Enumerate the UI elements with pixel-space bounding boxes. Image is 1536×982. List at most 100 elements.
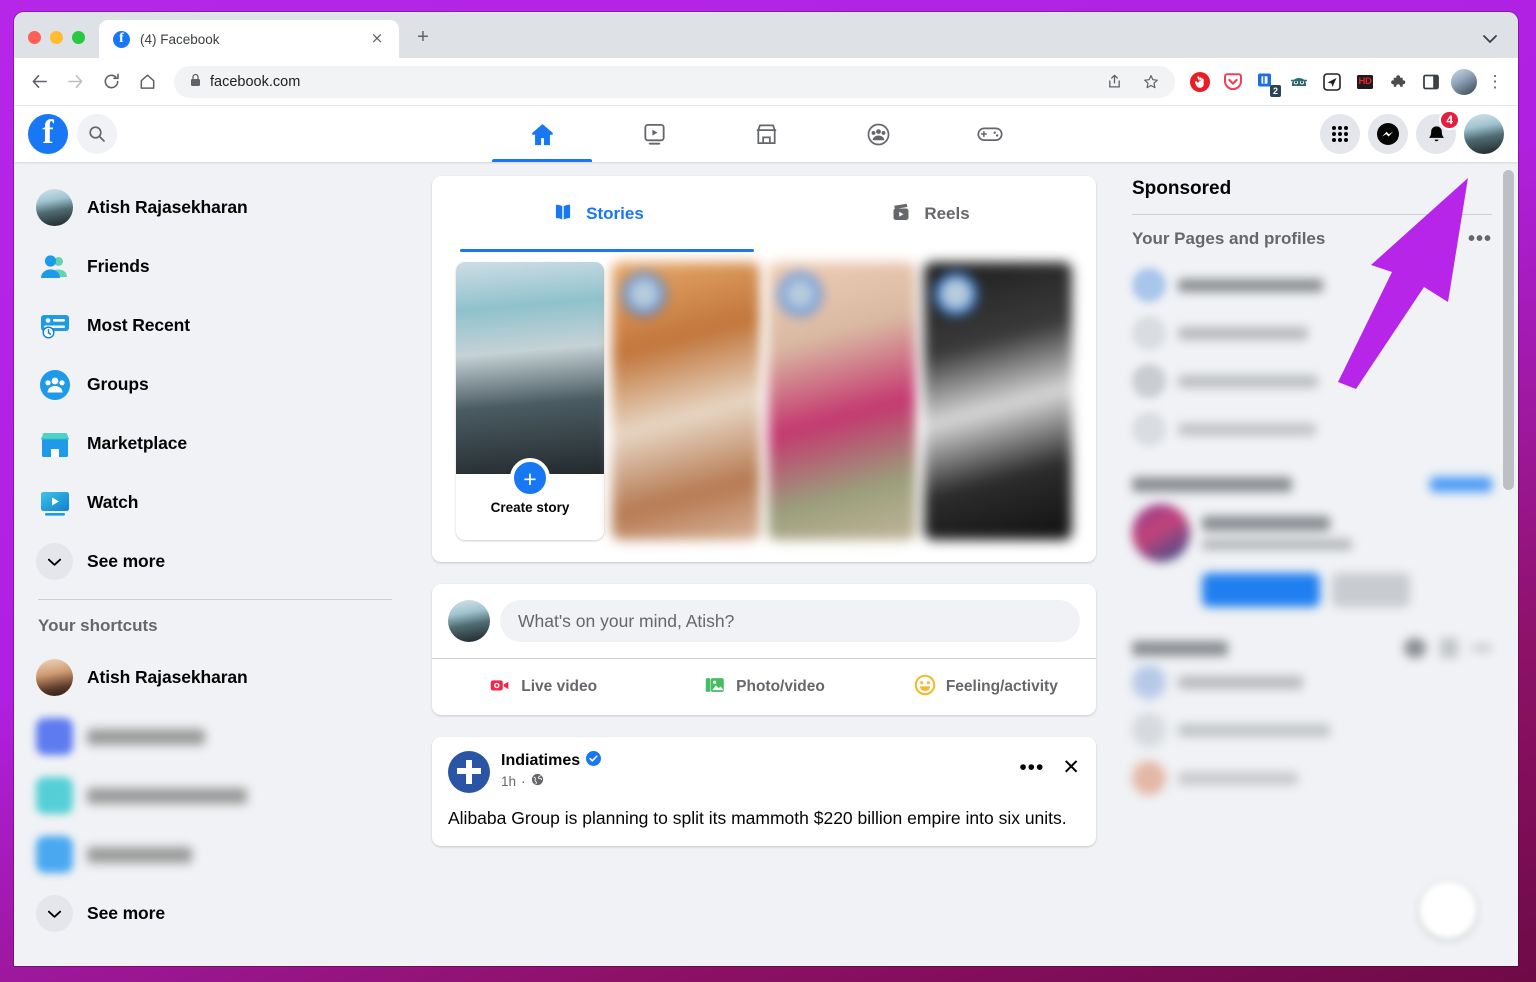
minimize-window-button[interactable] [50, 31, 63, 44]
sidebar-item-label: Most Recent [87, 315, 190, 335]
browser-tab[interactable]: f (4) Facebook × [99, 20, 399, 58]
grammar-extension-icon[interactable] [1284, 67, 1314, 97]
pages-heading: Your Pages and profiles ••• [1132, 229, 1492, 249]
sidebar-item-label: Watch [87, 492, 139, 512]
tab-marketplace[interactable] [710, 106, 822, 162]
reload-button[interactable] [94, 65, 128, 99]
chrome-menu-icon[interactable]: ⋮ [1482, 67, 1508, 97]
pages-heading-label: Your Pages and profiles [1132, 229, 1326, 248]
groups-icon [36, 366, 73, 403]
shortcut-item[interactable] [36, 707, 398, 766]
contact-row[interactable] [1132, 658, 1492, 706]
sidebar-item-most-recent[interactable]: Most Recent [36, 296, 398, 355]
maximize-window-button[interactable] [72, 31, 85, 44]
sidebar-item-marketplace[interactable]: Marketplace [36, 414, 398, 473]
most-recent-icon [36, 307, 73, 344]
chrome-profile-avatar[interactable] [1449, 67, 1479, 97]
tab-stories[interactable]: Stories [432, 176, 764, 252]
address-bar[interactable]: facebook.com [174, 65, 1175, 98]
meta-separator: · [521, 773, 526, 789]
contact-row[interactable] [1132, 754, 1492, 802]
notification-badge: 4 [1439, 110, 1460, 130]
post-more-icon[interactable]: ••• [1019, 757, 1044, 778]
post-time: 1h [501, 773, 517, 789]
chevron-down-icon[interactable] [1482, 31, 1498, 48]
shortcut-item[interactable] [36, 825, 398, 884]
right-row[interactable] [1132, 309, 1492, 357]
facebook-logo-icon[interactable]: f [28, 114, 68, 154]
live-video-button[interactable]: Live video [432, 659, 653, 715]
action-label: Photo/video [736, 678, 825, 695]
account-avatar[interactable] [1464, 114, 1504, 154]
hd-video-extension-icon[interactable]: HD [1350, 67, 1380, 97]
browser-window: f (4) Facebook × + facebook.com 2 HD ⋮ f… [14, 12, 1518, 966]
composer-top: What's on your mind, Atish? [432, 584, 1096, 658]
chat-fab[interactable] [1420, 882, 1476, 938]
page-scrollbar[interactable] [1503, 170, 1514, 490]
tab-groups[interactable] [822, 106, 934, 162]
grid-menu-icon[interactable] [1320, 114, 1360, 154]
shortcuts-see-more-label: See more [87, 903, 165, 923]
profile-avatar [36, 189, 73, 226]
right-row[interactable] [1132, 405, 1492, 453]
back-button[interactable] [22, 65, 56, 99]
composer-avatar[interactable] [448, 600, 490, 642]
page-avatar[interactable] [448, 751, 490, 793]
tab-watch[interactable] [598, 106, 710, 162]
telegram-extension-icon[interactable] [1317, 67, 1347, 97]
shortcut-item[interactable]: Atish Rajasekharan [36, 648, 398, 707]
messenger-icon[interactable] [1368, 114, 1408, 154]
sidebar-item-watch[interactable]: Watch [36, 473, 398, 532]
share-icon[interactable] [1100, 68, 1128, 96]
notes-extension-icon[interactable]: 2 [1251, 67, 1281, 97]
story-tile[interactable] [612, 262, 760, 540]
sidebar-item-see-more[interactable]: See more [36, 532, 398, 591]
facebook-icon: f [113, 30, 130, 48]
lock-icon [190, 73, 201, 90]
feeling-icon [913, 673, 937, 702]
close-window-button[interactable] [28, 31, 41, 44]
post-composer-card: What's on your mind, Atish? Live video P… [432, 584, 1096, 715]
sidepanel-extension-icon[interactable] [1416, 67, 1446, 97]
pages-more-icon[interactable]: ••• [1468, 229, 1492, 249]
pocket-extension-icon[interactable] [1218, 67, 1248, 97]
new-tab-button[interactable]: + [408, 23, 438, 53]
puzzle-extension-icon[interactable] [1383, 67, 1413, 97]
sidebar-item-profile[interactable]: Atish Rajasekharan [36, 178, 398, 237]
feeling-activity-button[interactable]: Feeling/activity [875, 659, 1096, 715]
bookmark-star-icon[interactable] [1137, 68, 1165, 96]
action-label: Feeling/activity [945, 678, 1058, 695]
sidebar-item-label: Marketplace [87, 433, 188, 453]
sidebar-item-friends[interactable]: Friends [36, 237, 398, 296]
tab-reels[interactable]: Reels [764, 176, 1096, 252]
create-story-tile[interactable]: + Create story [456, 262, 604, 540]
right-row[interactable] [1132, 357, 1492, 405]
home-button[interactable] [130, 65, 164, 99]
right-row[interactable] [1132, 261, 1492, 309]
contact-row[interactable] [1132, 706, 1492, 754]
story-tile[interactable] [768, 262, 916, 540]
page-label [1178, 374, 1318, 388]
shortcut-item[interactable] [36, 766, 398, 825]
globe-icon [531, 773, 544, 789]
adblock-extension-icon[interactable] [1185, 67, 1215, 97]
photo-video-button[interactable]: Photo/video [653, 659, 874, 715]
search-icon[interactable] [77, 114, 117, 154]
post-close-icon[interactable]: ✕ [1062, 755, 1080, 780]
notes-badge-count: 2 [1269, 84, 1281, 97]
shortcuts-see-more[interactable]: See more [36, 884, 398, 943]
sidebar-item-groups[interactable]: Groups [36, 355, 398, 414]
tab-home[interactable] [486, 106, 598, 162]
post-author[interactable]: Indiatimes [501, 751, 602, 771]
notifications-bell-icon[interactable]: 4 [1416, 110, 1460, 154]
create-story-plus-icon[interactable]: + [510, 458, 550, 498]
action-label: Live video [521, 678, 598, 695]
right-suggestion-buttons[interactable] [1132, 566, 1492, 614]
forward-button[interactable] [58, 65, 92, 99]
tab-gaming[interactable] [934, 106, 1046, 162]
right-suggestion-row[interactable] [1132, 500, 1492, 566]
close-tab-icon[interactable]: × [367, 29, 387, 49]
post-input[interactable]: What's on your mind, Atish? [500, 600, 1080, 642]
story-tile[interactable] [924, 262, 1072, 540]
main-feed: Stories Reels + Create story What's on y… [414, 162, 1114, 966]
